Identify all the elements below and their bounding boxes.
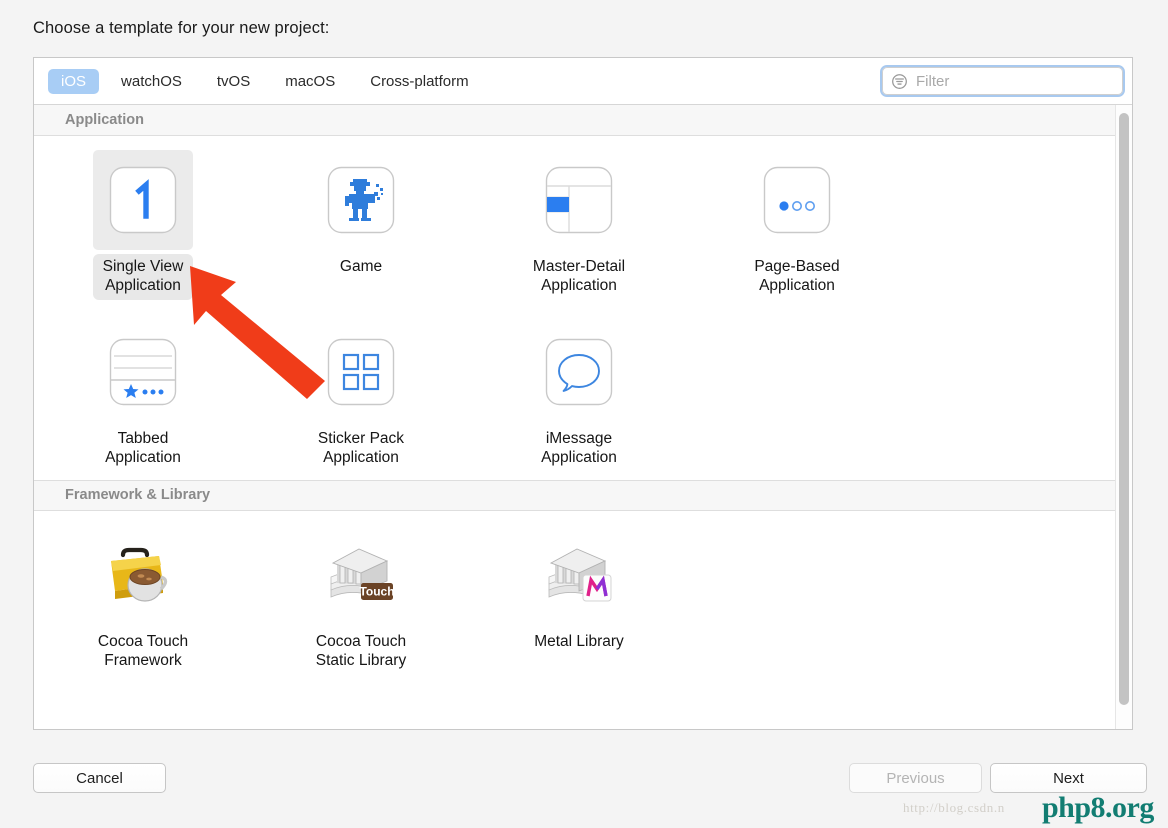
platform-tabs: iOS watchOS tvOS macOS Cross-platform bbox=[48, 58, 491, 105]
single-view-icon bbox=[109, 166, 177, 234]
application-template-grid: Single View Application Game Master-Deta… bbox=[34, 136, 1115, 480]
template-list-area: Application Single View Application Game… bbox=[34, 105, 1132, 729]
template-label: Game bbox=[339, 258, 383, 275]
template-label: Single View Application bbox=[92, 254, 194, 300]
template-list-content: Application Single View Application Game… bbox=[34, 105, 1115, 729]
tab-cross-platform[interactable]: Cross-platform bbox=[357, 69, 481, 94]
toolbox-coffee-icon bbox=[111, 547, 168, 602]
watermark-brand: php8.org bbox=[1042, 791, 1154, 824]
game-robot-icon bbox=[327, 166, 395, 234]
template-chooser-panel: iOS watchOS tvOS macOS Cross-platform Fi… bbox=[33, 57, 1133, 730]
section-header-framework-library: Framework & Library bbox=[34, 479, 1115, 511]
page-title: Choose a template for your new project: bbox=[33, 19, 330, 37]
template-thumbnail[interactable]: Touch bbox=[311, 525, 411, 625]
template-thumbnail[interactable] bbox=[311, 150, 411, 250]
framework-library-template-grid: Cocoa Touch Framework Touch Cocoa Touch … bbox=[34, 511, 1115, 683]
tab-tvos[interactable]: tvOS bbox=[204, 69, 263, 94]
filter-field-wrapper[interactable]: Filter bbox=[880, 65, 1125, 97]
cancel-button[interactable]: Cancel bbox=[33, 763, 166, 793]
template-thumbnail[interactable] bbox=[529, 322, 629, 422]
template-label: iMessage Application bbox=[541, 429, 617, 467]
template-label: Tabbed Application bbox=[105, 429, 181, 467]
library-metal-icon bbox=[548, 548, 612, 601]
template-list-scrollbar[interactable] bbox=[1115, 105, 1132, 729]
tab-macos[interactable]: macOS bbox=[272, 69, 348, 94]
template-label: Cocoa Touch Framework bbox=[97, 632, 189, 669]
tab-ios[interactable]: iOS bbox=[48, 69, 100, 94]
template-label: Sticker Pack Application bbox=[317, 429, 405, 467]
template-thumbnail[interactable] bbox=[93, 150, 193, 250]
tabbed-icon bbox=[109, 338, 177, 405]
master-detail-icon bbox=[545, 166, 613, 234]
tab-watchos[interactable]: watchOS bbox=[108, 69, 195, 94]
section-header-application: Application bbox=[34, 105, 1115, 136]
template-master-detail-application[interactable]: Master-Detail Application bbox=[470, 136, 688, 308]
template-label: Master-Detail Application bbox=[532, 258, 626, 295]
watermark-url: http://blog.csdn.n bbox=[903, 800, 1005, 815]
template-thumbnail[interactable] bbox=[311, 322, 411, 422]
template-page-based-application[interactable]: Page-Based Application bbox=[688, 136, 906, 308]
template-tabbed-application[interactable]: Tabbed Application bbox=[34, 308, 252, 480]
scrollbar-thumb[interactable] bbox=[1119, 113, 1129, 705]
template-thumbnail[interactable] bbox=[529, 525, 629, 625]
previous-button: Previous bbox=[849, 763, 982, 793]
template-label: Page-Based Application bbox=[754, 258, 840, 295]
svg-text:Touch: Touch bbox=[359, 584, 394, 598]
template-game[interactable]: Game bbox=[252, 136, 470, 308]
imessage-icon bbox=[545, 338, 613, 405]
template-cocoa-touch-framework[interactable]: Cocoa Touch Framework bbox=[34, 511, 252, 683]
sticker-pack-icon bbox=[327, 338, 395, 405]
template-thumbnail[interactable] bbox=[529, 150, 629, 250]
template-thumbnail[interactable] bbox=[93, 322, 193, 422]
next-button[interactable]: Next bbox=[990, 763, 1147, 793]
template-imessage-application[interactable]: iMessage Application bbox=[470, 308, 688, 480]
template-label: Metal Library bbox=[534, 632, 624, 650]
template-thumbnail[interactable] bbox=[93, 525, 193, 625]
template-sticker-pack-application[interactable]: Sticker Pack Application bbox=[252, 308, 470, 480]
platform-tabbar: iOS watchOS tvOS macOS Cross-platform Fi… bbox=[34, 58, 1132, 105]
library-touch-icon: Touch bbox=[330, 548, 395, 600]
template-cocoa-touch-static-library[interactable]: Touch Cocoa Touch Static Library bbox=[252, 511, 470, 683]
template-thumbnail[interactable] bbox=[747, 150, 847, 250]
filter-focus-ring bbox=[880, 65, 1125, 97]
template-metal-library[interactable]: Metal Library bbox=[470, 511, 688, 683]
template-label: Cocoa Touch Static Library bbox=[315, 632, 407, 669]
template-single-view-application[interactable]: Single View Application bbox=[34, 136, 252, 308]
page-based-icon bbox=[763, 166, 831, 234]
